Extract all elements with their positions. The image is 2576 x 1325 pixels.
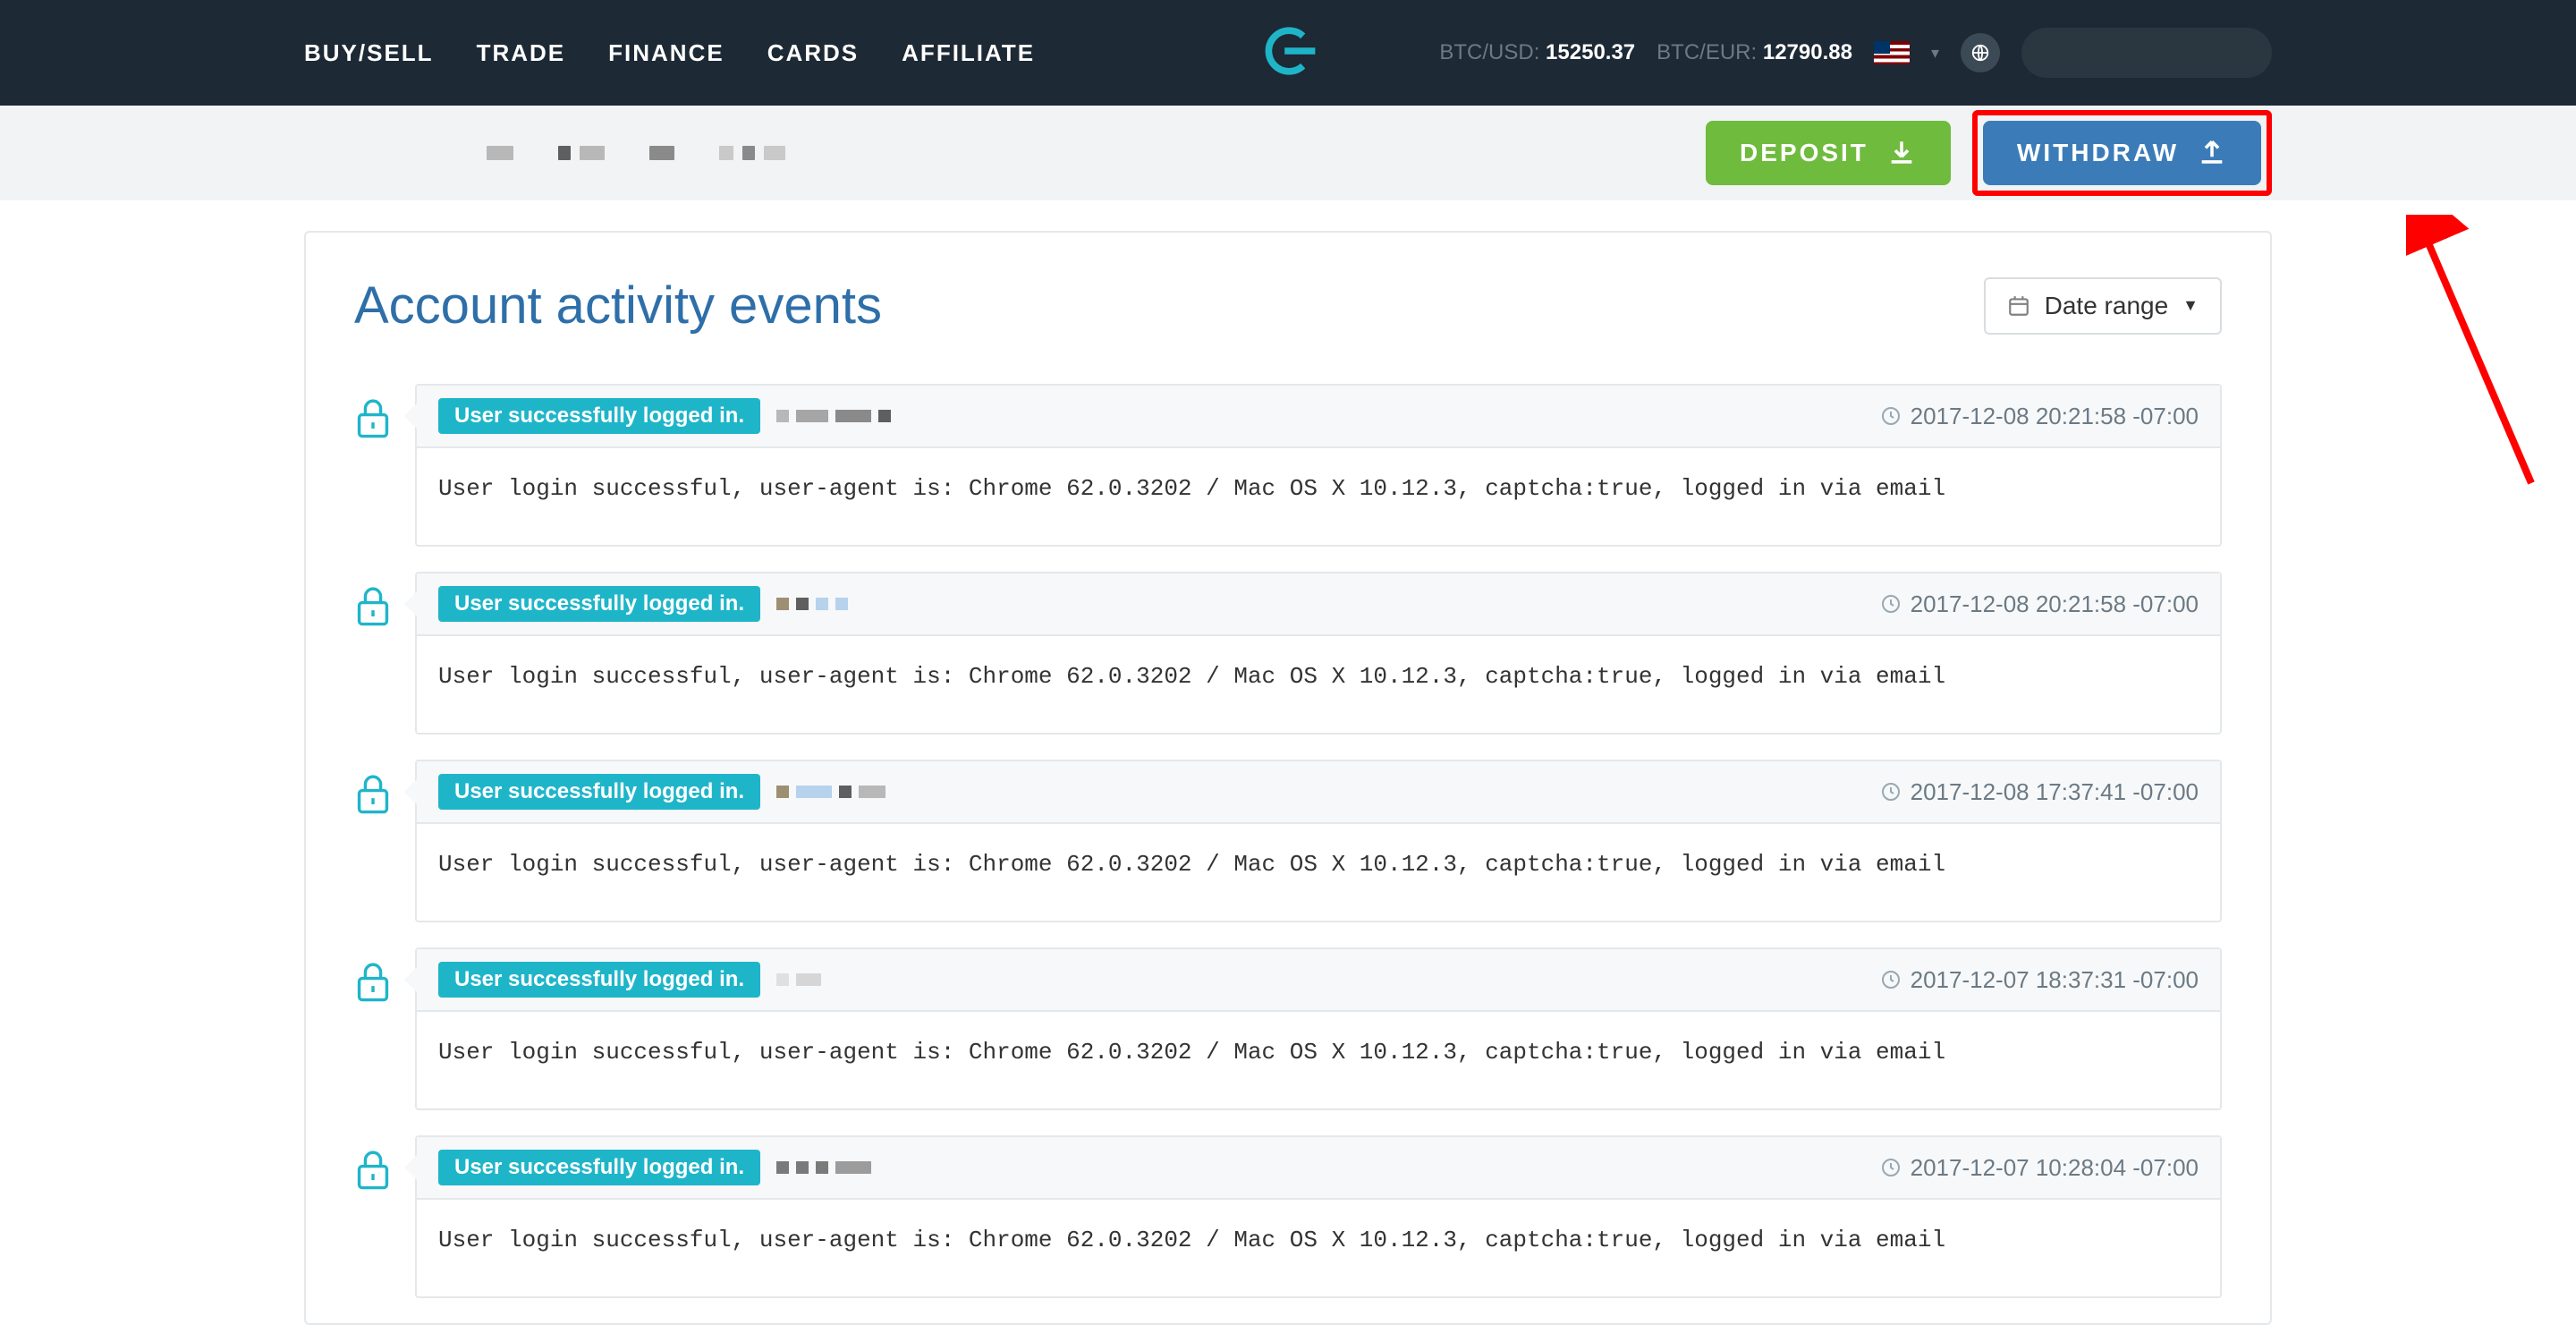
event-timestamp: 2017-12-08 20:21:58 -07:00 [1880,403,2199,430]
deposit-button[interactable]: DEPOSIT [1706,121,1951,185]
event-badge: User successfully logged in. [438,398,760,434]
top-nav: BUY/SELL TRADE FINANCE CARDS AFFILIATE B… [0,0,2576,106]
chevron-down-icon[interactable]: ▾ [1931,44,1939,63]
withdraw-label: WITHDRAW [2017,139,2179,167]
lock-icon [354,760,394,820]
logo[interactable] [1254,17,1322,89]
event-body: User login successful, user-agent is: Ch… [417,1012,2220,1108]
ticker-label: BTC/USD: [1439,40,1539,64]
event-header: User successfully logged in. 2017-12-07 … [417,1137,2220,1200]
event-body: User login successful, user-agent is: Ch… [417,1200,2220,1296]
event-header: User successfully logged in. 2017-12-07 … [417,949,2220,1012]
event-timestamp: 2017-12-07 10:28:04 -07:00 [1880,1154,2199,1182]
download-icon [1886,138,1917,168]
flag-us-icon[interactable] [1874,41,1910,64]
nav-trade[interactable]: TRADE [477,39,566,67]
event-row: User successfully logged in. 2017-12-07 … [354,1135,2222,1298]
event-box: User successfully logged in. 2017-12-07 … [415,1135,2222,1298]
ticker-value: 12790.88 [1763,40,1852,64]
redacted-ip [776,410,891,422]
event-box: User successfully logged in. 2017-12-07 … [415,947,2222,1110]
event-badge: User successfully logged in. [438,774,760,810]
calendar-icon [2007,294,2030,318]
upload-icon [2197,138,2227,168]
date-range-picker[interactable]: Date range ▼ [1984,277,2222,335]
event-badge: User successfully logged in. [438,962,760,998]
caret-down-icon: ▼ [2182,296,2199,315]
events-list: User successfully logged in. 2017-12-08 … [354,384,2222,1298]
card-header: Account activity events Date range ▼ [354,276,2222,335]
date-range-label: Date range [2045,292,2169,320]
event-timestamp: 2017-12-08 20:21:58 -07:00 [1880,590,2199,618]
lock-icon [354,572,394,632]
nav-finance[interactable]: FINANCE [608,39,724,67]
event-row: User successfully logged in. 2017-12-07 … [354,947,2222,1110]
lock-icon [354,1135,394,1195]
deposit-label: DEPOSIT [1740,139,1868,167]
event-body: User login successful, user-agent is: Ch… [417,636,2220,733]
nav-right: BTC/USD: 15250.37 BTC/EUR: 12790.88 ▾ [1439,28,2272,78]
event-timestamp: 2017-12-07 18:37:31 -07:00 [1880,966,2199,994]
event-row: User successfully logged in. 2017-12-08 … [354,760,2222,922]
redacted-ip [776,598,848,610]
activity-card: Account activity events Date range ▼ Use… [304,231,2272,1325]
account-bar: DEPOSIT WITHDRAW [0,106,2576,200]
event-box: User successfully logged in. 2017-12-08 … [415,572,2222,735]
event-body: User login successful, user-agent is: Ch… [417,448,2220,545]
event-row: User successfully logged in. 2017-12-08 … [354,572,2222,735]
event-box: User successfully logged in. 2017-12-08 … [415,760,2222,922]
redacted-account-info [487,146,785,160]
event-badge: User successfully logged in. [438,586,760,622]
main-content: Account activity events Date range ▼ Use… [0,200,2576,1325]
nav-affiliate[interactable]: AFFILIATE [902,39,1035,67]
nav-links: BUY/SELL TRADE FINANCE CARDS AFFILIATE [304,39,1035,67]
ticker-btcusd: BTC/USD: 15250.37 [1439,40,1635,65]
nav-cards[interactable]: CARDS [767,39,859,67]
redacted-ip [776,786,886,798]
ticker-value: 15250.37 [1546,40,1635,64]
redacted-ip [776,1161,871,1174]
nav-buy-sell[interactable]: BUY/SELL [304,39,434,67]
search-input[interactable] [2021,28,2272,78]
event-badge: User successfully logged in. [438,1150,760,1185]
redacted-ip [776,973,821,986]
lock-icon [354,947,394,1007]
globe-button[interactable] [1961,33,2000,72]
withdraw-button[interactable]: WITHDRAW [1983,121,2261,185]
event-timestamp: 2017-12-08 17:37:41 -07:00 [1880,778,2199,806]
ticker-btceur: BTC/EUR: 12790.88 [1657,40,1852,65]
event-box: User successfully logged in. 2017-12-08 … [415,384,2222,547]
event-header: User successfully logged in. 2017-12-08 … [417,761,2220,824]
ticker-label: BTC/EUR: [1657,40,1757,64]
event-body: User login successful, user-agent is: Ch… [417,824,2220,921]
event-header: User successfully logged in. 2017-12-08 … [417,573,2220,636]
lock-icon [354,384,394,444]
event-header: User successfully logged in. 2017-12-08 … [417,386,2220,448]
annotation-highlight: WITHDRAW [1972,110,2272,196]
page-title: Account activity events [354,276,882,335]
event-row: User successfully logged in. 2017-12-08 … [354,384,2222,547]
